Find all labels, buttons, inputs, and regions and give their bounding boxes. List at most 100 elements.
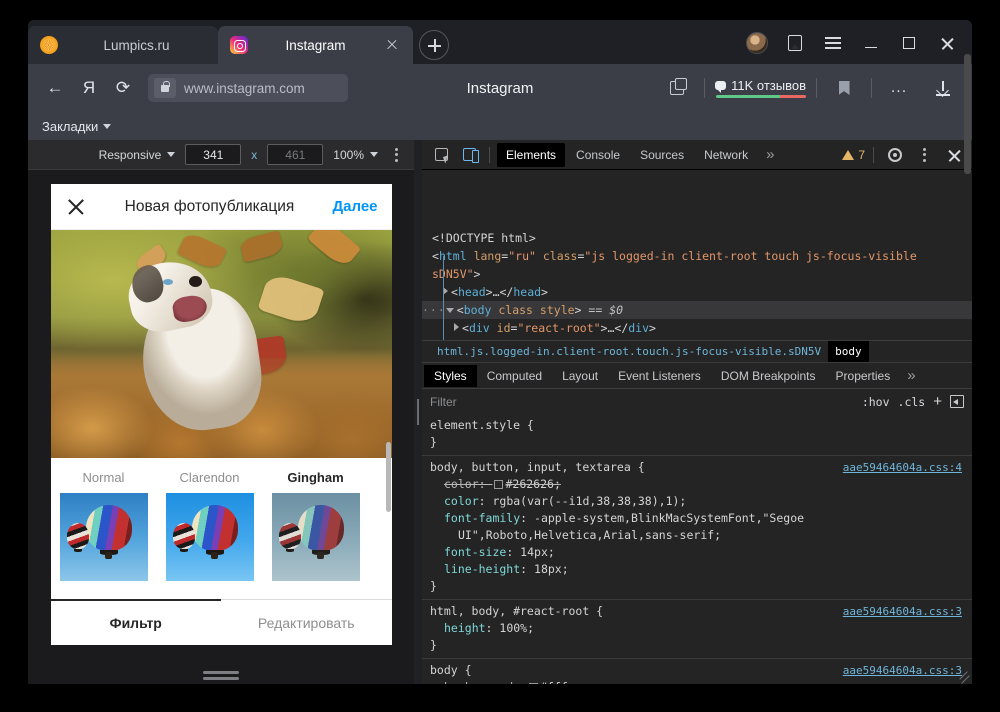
back-button[interactable]: ← (40, 73, 70, 103)
css-declaration[interactable]: UI",Roboto,Helvetica,Arial,sans-serif; (430, 527, 964, 544)
downloads-button[interactable] (926, 73, 960, 103)
browser-tab-instagram[interactable]: Instagram (218, 26, 413, 64)
tab-event-listeners[interactable]: Event Listeners (608, 365, 711, 387)
more-sidebar-tabs-button[interactable]: » (900, 367, 922, 384)
toggle-device-toolbar-button[interactable] (456, 143, 482, 167)
css-declaration[interactable]: color: rgba(var(--i1d,38,38,38),1); (430, 493, 964, 510)
new-tab-button[interactable] (419, 30, 449, 60)
zoom-select[interactable]: 100% (333, 148, 378, 162)
more-panels-button[interactable]: » (759, 146, 781, 163)
filter-thumb-gingham[interactable] (263, 493, 369, 581)
dom-line[interactable]: <div id="react-root">…</div> (432, 319, 972, 337)
devtools-menu-button[interactable] (911, 143, 937, 167)
comment-bubble-icon (715, 81, 726, 90)
bookmarks-manager-button[interactable] (778, 28, 812, 58)
dom-line[interactable]: <link rel="stylesheet" href="/static/bun… (432, 337, 972, 340)
avatar[interactable] (746, 32, 768, 54)
browser-tab-lumpics[interactable]: Lumpics.ru (28, 26, 218, 64)
tab-elements[interactable]: Elements (497, 143, 565, 167)
reviews-widget[interactable]: 11K отзывов (715, 78, 806, 98)
devtools-pane: Elements Console Sources Network » 7 (422, 140, 972, 684)
tab-properties[interactable]: Properties (826, 365, 901, 387)
tab-styles[interactable]: Styles (424, 365, 477, 387)
css-rule-close: } (430, 578, 964, 595)
tab-network[interactable]: Network (695, 143, 757, 167)
dom-line[interactable]: ···<body class style> == $0 (422, 301, 972, 319)
inspect-element-button[interactable] (428, 143, 454, 167)
css-origin-link[interactable]: aae59464604a.css:4 (843, 459, 962, 476)
filter-input[interactable]: Filter (430, 395, 854, 409)
rating-bar (716, 95, 806, 98)
tab-edit[interactable]: Редактировать (221, 600, 392, 645)
css-origin-link[interactable]: aae59464604a.css:3 (843, 603, 962, 620)
dom-line[interactable]: <html lang="ru" class="js logged-in clie… (432, 247, 972, 283)
styles-filter-bar: Filter :hov .cls + (422, 388, 972, 414)
yandex-button[interactable]: Я (74, 73, 104, 103)
dom-line[interactable]: <head>…</head> (432, 283, 972, 301)
filter-label-clarendon[interactable]: Clarendon (157, 470, 263, 485)
tab-filter[interactable]: Фильтр (51, 600, 222, 645)
css-rules-panel[interactable]: element.style {}body, button, input, tex… (422, 414, 972, 684)
add-bookmark-button[interactable] (827, 73, 861, 103)
url-input[interactable]: www.instagram.com (148, 74, 348, 102)
viewport-scrollbar[interactable] (385, 184, 392, 645)
css-rule[interactable]: body {aae59464604a.css:3background: #fff… (422, 659, 972, 684)
css-declaration[interactable]: color: #262626; (430, 476, 964, 493)
css-rule[interactable]: element.style {} (422, 414, 972, 456)
dom-line[interactable]: <!DOCTYPE html> (432, 229, 972, 247)
overflow-menu-button[interactable]: ... (882, 73, 916, 103)
tab-computed[interactable]: Computed (477, 365, 552, 387)
breadcrumb-body[interactable]: body (828, 341, 869, 363)
tab-layout[interactable]: Layout (552, 365, 608, 387)
tab-sources[interactable]: Sources (631, 143, 693, 167)
bookmarks-bar[interactable]: Закладки (28, 112, 972, 140)
breadcrumb-html[interactable]: html.js.logged-in.client-root.touch.js-f… (430, 341, 828, 363)
bookmark-flag-icon (839, 81, 850, 95)
device-options-button[interactable] (388, 148, 404, 162)
filter-label-normal[interactable]: Normal (51, 470, 157, 485)
viewport-resize-handle[interactable] (203, 671, 239, 680)
css-declaration[interactable]: line-height: 18px; (430, 561, 964, 578)
computed-sidebar-toggle[interactable] (950, 395, 964, 408)
filter-label-gingham[interactable]: Gingham (263, 470, 369, 485)
close-devtools-button[interactable] (940, 143, 966, 167)
browser-menu-button[interactable] (816, 28, 850, 58)
new-style-rule-button[interactable]: + (933, 393, 942, 410)
close-icon[interactable] (65, 196, 87, 218)
copy-window-icon (670, 81, 684, 95)
filter-thumbnail-row[interactable] (51, 493, 392, 581)
maximize-button[interactable] (892, 28, 926, 58)
close-window-button[interactable] (930, 28, 964, 58)
bookmarks-label: Закладки (42, 119, 98, 134)
close-icon[interactable] (383, 36, 401, 54)
css-rule[interactable]: html, body, #react-root {aae59464604a.cs… (422, 600, 972, 659)
emulated-viewport[interactable]: Новая фотопубликация Далее (51, 184, 392, 645)
reload-button[interactable]: ⟳ (108, 73, 138, 103)
warning-badge[interactable]: 7 (842, 148, 865, 162)
tab-console[interactable]: Console (567, 143, 629, 167)
next-button[interactable]: Далее (332, 198, 377, 215)
warning-count: 7 (858, 148, 865, 162)
viewport-wrapper: Новая фотопубликация Далее (28, 170, 414, 684)
device-select[interactable]: Responsive (99, 148, 176, 162)
viewport-width-input[interactable]: 341 (185, 144, 241, 165)
filter-thumb-normal[interactable] (51, 493, 157, 581)
css-declaration[interactable]: font-size: 14px; (430, 544, 964, 561)
css-declaration[interactable]: background: #fff; (430, 679, 964, 684)
css-origin-link[interactable]: aae59464604a.css:3 (843, 662, 962, 679)
css-rule-close: } (430, 434, 964, 451)
css-rule[interactable]: body, button, input, textarea {aae594646… (422, 456, 972, 600)
panel-splitter[interactable] (414, 140, 422, 684)
minimize-button[interactable] (854, 28, 888, 58)
hov-toggle[interactable]: :hov (862, 395, 890, 409)
gear-icon (888, 148, 902, 162)
css-declaration[interactable]: height: 100%; (430, 620, 964, 637)
css-declaration[interactable]: font-family: -apple-system,BlinkMacSyste… (430, 510, 964, 527)
settings-button[interactable] (882, 143, 908, 167)
tab-dom-breakpoints[interactable]: DOM Breakpoints (711, 365, 826, 387)
cls-toggle[interactable]: .cls (898, 395, 926, 409)
dom-tree[interactable]: <!DOCTYPE html><html lang="ru" class="js… (422, 170, 972, 340)
viewport-height-input[interactable]: 461 (267, 144, 323, 165)
split-window-button[interactable] (660, 73, 694, 103)
filter-thumb-clarendon[interactable] (157, 493, 263, 581)
